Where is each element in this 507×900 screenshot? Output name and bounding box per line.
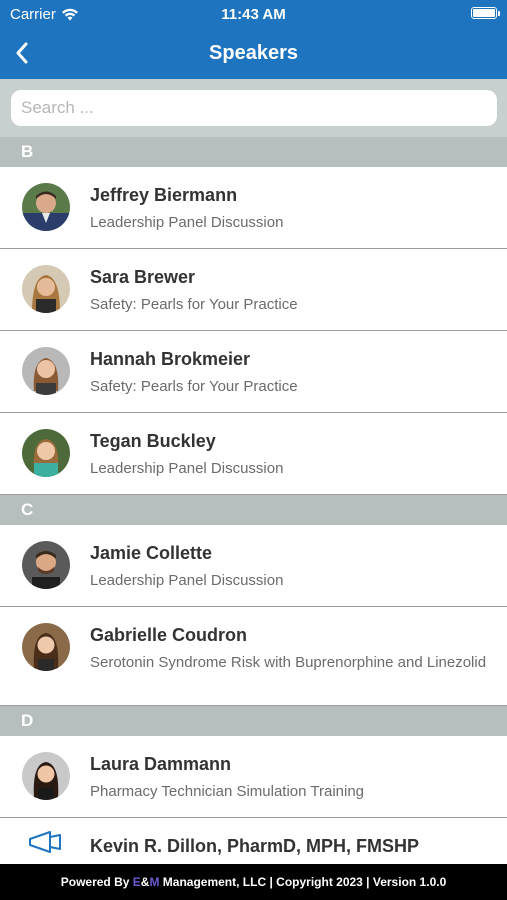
speaker-avatar	[22, 265, 70, 313]
speaker-avatar	[22, 347, 70, 395]
megaphone-icon	[28, 830, 64, 864]
speaker-session: Serotonin Syndrome Risk with Buprenorphi…	[90, 654, 487, 671]
speaker-session: Pharmacy Technician Simulation Training	[90, 783, 365, 800]
search-bar	[0, 79, 507, 137]
speaker-session: Safety: Pearls for Your Practice	[90, 378, 298, 395]
speaker-name: Sara Brewer	[90, 267, 196, 287]
battery-icon	[471, 7, 500, 19]
speaker-row[interactable]: Kevin R. Dillon, PharmD, MPH, FMSHP	[0, 818, 507, 864]
footer-suffix: Management, LLC | Copyright 2023 | Versi…	[159, 875, 447, 889]
speaker-session: Leadership Panel Discussion	[90, 214, 284, 231]
section-header-d: D	[0, 706, 507, 736]
speaker-name: Laura Dammann	[90, 754, 232, 774]
speaker-row[interactable]: Hannah Brokmeier Safety: Pearls for Your…	[0, 331, 507, 413]
speaker-avatar	[22, 183, 70, 231]
speaker-avatar	[22, 623, 70, 671]
speaker-row[interactable]: Sara Brewer Safety: Pearls for Your Prac…	[0, 249, 507, 331]
speaker-row[interactable]: Laura Dammann Pharmacy Technician Simula…	[0, 736, 507, 818]
speaker-avatar	[22, 752, 70, 800]
speaker-row[interactable]: Jamie Collette Leadership Panel Discussi…	[0, 525, 507, 607]
speaker-row[interactable]: Tegan Buckley Leadership Panel Discussio…	[0, 413, 507, 495]
speaker-name: Gabrielle Coudron	[90, 625, 248, 645]
page-title: Speakers	[209, 42, 298, 64]
speaker-name: Jamie Collette	[90, 543, 213, 563]
speaker-avatar	[22, 541, 70, 589]
brand-e: E	[132, 875, 141, 889]
clock: 11:43 AM	[221, 6, 286, 23]
status-bar: Carrier 11:43 AM	[0, 0, 507, 28]
speaker-session: Leadership Panel Discussion	[90, 460, 284, 477]
speaker-avatar	[22, 429, 70, 477]
app-header: Carrier 11:43 AM Speakers	[0, 0, 507, 79]
navigation-bar: Speakers	[0, 30, 507, 76]
search-input[interactable]	[11, 90, 497, 126]
speaker-name: Hannah Brokmeier	[90, 349, 251, 369]
speaker-row[interactable]: Gabrielle Coudron Serotonin Syndrome Ris…	[0, 607, 507, 706]
speaker-list[interactable]: B Jeffrey Biermann Leadership Panel Disc…	[0, 137, 507, 864]
speaker-session: Safety: Pearls for Your Practice	[90, 296, 298, 313]
brand-m: M	[149, 875, 160, 889]
speaker-name: Kevin R. Dillon, PharmD, MPH, FMSHP	[90, 836, 420, 856]
speaker-name: Tegan Buckley	[90, 431, 216, 451]
section-header-c: C	[0, 495, 507, 525]
speaker-session: Leadership Panel Discussion	[90, 572, 284, 589]
footer: Powered By E&M Management, LLC | Copyrig…	[0, 864, 507, 900]
speaker-row[interactable]: Jeffrey Biermann Leadership Panel Discus…	[0, 167, 507, 249]
speaker-name: Jeffrey Biermann	[90, 185, 238, 205]
footer-prefix: Powered By	[60, 875, 133, 889]
section-header-b: B	[0, 137, 507, 167]
